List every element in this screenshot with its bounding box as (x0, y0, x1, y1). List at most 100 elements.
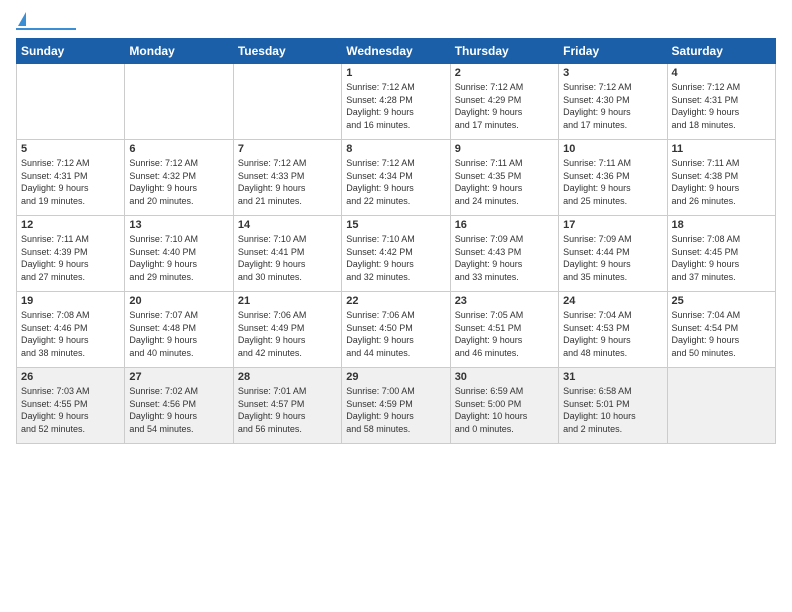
day-info: Sunrise: 7:10 AM Sunset: 4:42 PM Dayligh… (346, 233, 445, 283)
day-info: Sunrise: 7:09 AM Sunset: 4:44 PM Dayligh… (563, 233, 662, 283)
day-info: Sunrise: 7:04 AM Sunset: 4:54 PM Dayligh… (672, 309, 771, 359)
day-info: Sunrise: 7:12 AM Sunset: 4:30 PM Dayligh… (563, 81, 662, 131)
day-info: Sunrise: 7:03 AM Sunset: 4:55 PM Dayligh… (21, 385, 120, 435)
day-info: Sunrise: 7:06 AM Sunset: 4:49 PM Dayligh… (238, 309, 337, 359)
empty-cell (125, 64, 233, 140)
day-cell-18: 18 Sunrise: 7:08 AM Sunset: 4:45 PM Dayli… (667, 216, 775, 292)
day-info: Sunrise: 7:12 AM Sunset: 4:28 PM Dayligh… (346, 81, 445, 131)
logo-line (16, 28, 76, 30)
day-number: 17 (563, 219, 662, 231)
day-cell-20: 20 Sunrise: 7:07 AM Sunset: 4:48 PM Dayli… (125, 292, 233, 368)
day-cell-25: 25 Sunrise: 7:04 AM Sunset: 4:54 PM Dayli… (667, 292, 775, 368)
day-cell-2: 2Sunrise: 7:12 AM Sunset: 4:29 PM Daylig… (450, 64, 558, 140)
week-row-4: 19Sunrise: 7:08 AM Sunset: 4:46 PM Dayli… (17, 292, 776, 368)
day-number: 5 (21, 143, 120, 155)
day-cell-31: 31Sunrise: 6:58 AM Sunset: 5:01 PM Dayli… (559, 368, 667, 444)
day-cell-30: 30Sunrise: 6:59 AM Sunset: 5:00 PM Dayli… (450, 368, 558, 444)
day-info: Sunrise: 6:58 AM Sunset: 5:01 PM Dayligh… (563, 385, 662, 435)
day-number: 30 (455, 371, 554, 383)
week-row-5: 26 Sunrise: 7:03 AM Sunset: 4:55 PM Dayli… (17, 368, 776, 444)
empty-cell (667, 368, 775, 444)
empty-cell (17, 64, 125, 140)
weekday-header-wednesday: Wednesday (342, 39, 450, 64)
day-number: 14 (238, 219, 337, 231)
weekday-header-row: SundayMondayTuesdayWednesdayThursdayFrid… (17, 39, 776, 64)
weekday-header-friday: Friday (559, 39, 667, 64)
day-cell-5: 5 Sunrise: 7:12 AM Sunset: 4:31 PM Daylig… (17, 140, 125, 216)
day-info: Sunrise: 7:10 AM Sunset: 4:40 PM Dayligh… (129, 233, 228, 283)
day-cell-17: 17 Sunrise: 7:09 AM Sunset: 4:44 PM Dayli… (559, 216, 667, 292)
day-info: Sunrise: 7:12 AM Sunset: 4:31 PM Dayligh… (21, 157, 120, 207)
day-number: 4 (672, 67, 771, 79)
day-cell-28: 28 Sunrise: 7:01 AM Sunset: 4:57 PM Dayli… (233, 368, 341, 444)
weekday-header-monday: Monday (125, 39, 233, 64)
day-number: 12 (21, 219, 120, 231)
calendar: SundayMondayTuesdayWednesdayThursdayFrid… (16, 38, 776, 444)
weekday-header-sunday: Sunday (17, 39, 125, 64)
day-info: Sunrise: 7:06 AM Sunset: 4:50 PM Dayligh… (346, 309, 445, 359)
day-cell-6: 6 Sunrise: 7:12 AM Sunset: 4:32 PM Daylig… (125, 140, 233, 216)
day-number: 22 (346, 295, 445, 307)
day-info: Sunrise: 7:12 AM Sunset: 4:31 PM Dayligh… (672, 81, 771, 131)
day-info: Sunrise: 7:08 AM Sunset: 4:45 PM Dayligh… (672, 233, 771, 283)
logo-triangle-icon (18, 12, 26, 26)
day-number: 20 (129, 295, 228, 307)
day-cell-21: 21Sunrise: 7:06 AM Sunset: 4:49 PM Dayli… (233, 292, 341, 368)
day-info: Sunrise: 7:11 AM Sunset: 4:35 PM Dayligh… (455, 157, 554, 207)
day-info: Sunrise: 7:01 AM Sunset: 4:57 PM Dayligh… (238, 385, 337, 435)
day-number: 1 (346, 67, 445, 79)
day-number: 25 (672, 295, 771, 307)
day-cell-12: 12 Sunrise: 7:11 AM Sunset: 4:39 PM Dayli… (17, 216, 125, 292)
day-cell-19: 19Sunrise: 7:08 AM Sunset: 4:46 PM Dayli… (17, 292, 125, 368)
day-number: 3 (563, 67, 662, 79)
day-cell-29: 29Sunrise: 7:00 AM Sunset: 4:59 PM Dayli… (342, 368, 450, 444)
day-cell-24: 24Sunrise: 7:04 AM Sunset: 4:53 PM Dayli… (559, 292, 667, 368)
weekday-header-saturday: Saturday (667, 39, 775, 64)
day-cell-11: 11 Sunrise: 7:11 AM Sunset: 4:38 PM Dayli… (667, 140, 775, 216)
page: SundayMondayTuesdayWednesdayThursdayFrid… (0, 0, 792, 612)
day-number: 26 (21, 371, 120, 383)
week-row-2: 5 Sunrise: 7:12 AM Sunset: 4:31 PM Daylig… (17, 140, 776, 216)
day-number: 18 (672, 219, 771, 231)
day-number: 15 (346, 219, 445, 231)
day-cell-15: 15 Sunrise: 7:10 AM Sunset: 4:42 PM Dayli… (342, 216, 450, 292)
day-cell-8: 8 Sunrise: 7:12 AM Sunset: 4:34 PM Daylig… (342, 140, 450, 216)
week-row-3: 12 Sunrise: 7:11 AM Sunset: 4:39 PM Dayli… (17, 216, 776, 292)
day-number: 28 (238, 371, 337, 383)
day-info: Sunrise: 7:12 AM Sunset: 4:34 PM Dayligh… (346, 157, 445, 207)
day-cell-3: 3 Sunrise: 7:12 AM Sunset: 4:30 PM Daylig… (559, 64, 667, 140)
weekday-header-tuesday: Tuesday (233, 39, 341, 64)
day-number: 2 (455, 67, 554, 79)
logo (16, 12, 80, 30)
day-number: 19 (21, 295, 120, 307)
day-cell-4: 4 Sunrise: 7:12 AM Sunset: 4:31 PM Daylig… (667, 64, 775, 140)
day-number: 16 (455, 219, 554, 231)
day-cell-22: 22 Sunrise: 7:06 AM Sunset: 4:50 PM Dayli… (342, 292, 450, 368)
day-number: 24 (563, 295, 662, 307)
day-number: 10 (563, 143, 662, 155)
day-info: Sunrise: 7:12 AM Sunset: 4:33 PM Dayligh… (238, 157, 337, 207)
day-cell-13: 13 Sunrise: 7:10 AM Sunset: 4:40 PM Dayli… (125, 216, 233, 292)
day-info: Sunrise: 7:10 AM Sunset: 4:41 PM Dayligh… (238, 233, 337, 283)
day-cell-26: 26 Sunrise: 7:03 AM Sunset: 4:55 PM Dayli… (17, 368, 125, 444)
day-number: 11 (672, 143, 771, 155)
day-number: 8 (346, 143, 445, 155)
day-info: Sunrise: 7:11 AM Sunset: 4:39 PM Dayligh… (21, 233, 120, 283)
day-info: Sunrise: 7:12 AM Sunset: 4:32 PM Dayligh… (129, 157, 228, 207)
day-cell-23: 23 Sunrise: 7:05 AM Sunset: 4:51 PM Dayli… (450, 292, 558, 368)
day-info: Sunrise: 7:07 AM Sunset: 4:48 PM Dayligh… (129, 309, 228, 359)
day-info: Sunrise: 7:11 AM Sunset: 4:36 PM Dayligh… (563, 157, 662, 207)
day-number: 7 (238, 143, 337, 155)
day-number: 27 (129, 371, 228, 383)
day-number: 13 (129, 219, 228, 231)
day-cell-27: 27Sunrise: 7:02 AM Sunset: 4:56 PM Dayli… (125, 368, 233, 444)
day-info: Sunrise: 7:05 AM Sunset: 4:51 PM Dayligh… (455, 309, 554, 359)
day-number: 23 (455, 295, 554, 307)
day-info: Sunrise: 7:11 AM Sunset: 4:38 PM Dayligh… (672, 157, 771, 207)
day-cell-10: 10 Sunrise: 7:11 AM Sunset: 4:36 PM Dayli… (559, 140, 667, 216)
day-cell-7: 7 Sunrise: 7:12 AM Sunset: 4:33 PM Daylig… (233, 140, 341, 216)
week-row-1: 1 Sunrise: 7:12 AM Sunset: 4:28 PM Daylig… (17, 64, 776, 140)
day-cell-1: 1 Sunrise: 7:12 AM Sunset: 4:28 PM Daylig… (342, 64, 450, 140)
day-info: Sunrise: 7:09 AM Sunset: 4:43 PM Dayligh… (455, 233, 554, 283)
day-number: 6 (129, 143, 228, 155)
